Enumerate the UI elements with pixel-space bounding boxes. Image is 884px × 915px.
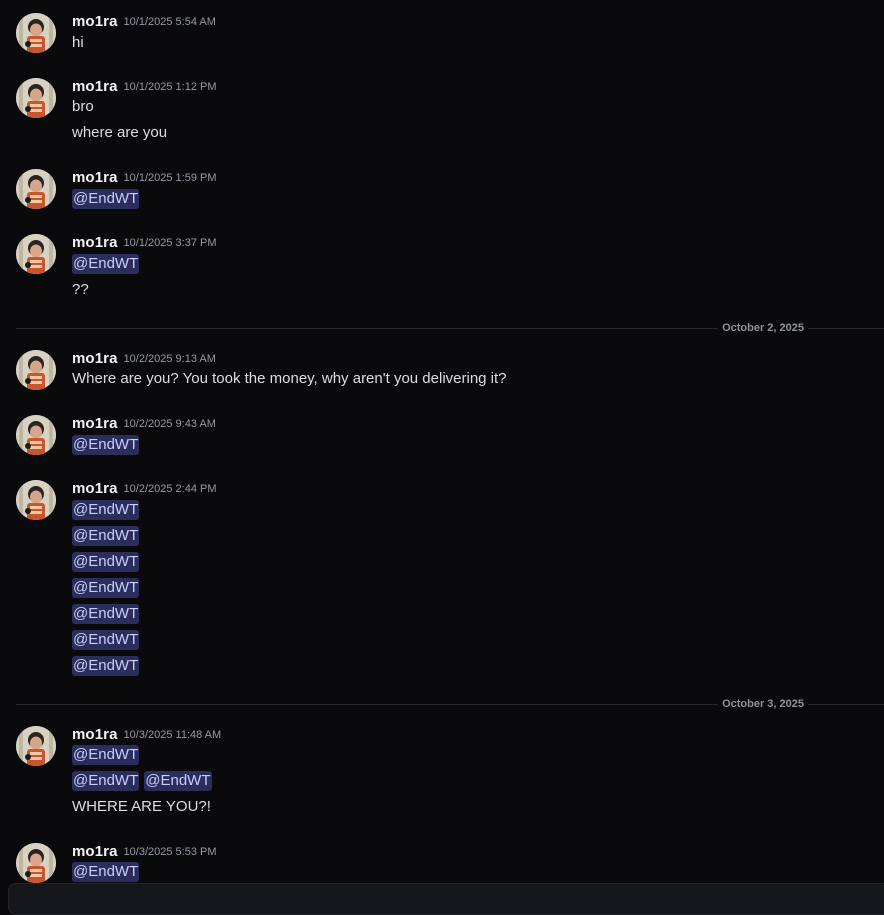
- timestamp: 10/2/2025 9:13 AM: [123, 353, 216, 365]
- date-divider: October 2, 2025: [16, 320, 884, 336]
- message-line: ??: [72, 279, 89, 301]
- message-text: Where are you? You took the money, why a…: [72, 370, 507, 387]
- user-mention[interactable]: @EndWT: [72, 189, 140, 209]
- message-line: @EndWT: [72, 629, 144, 651]
- avatar[interactable]: [16, 726, 56, 766]
- message-text: hi: [72, 34, 84, 51]
- user-mention[interactable]: @EndWT: [72, 630, 140, 650]
- timestamp: 10/2/2025 2:44 PM: [123, 483, 217, 495]
- message-line: where are you: [72, 122, 167, 144]
- user-mention[interactable]: @EndWT: [72, 500, 140, 520]
- message-header: mo1ra 10/2/2025 9:43 AM: [72, 415, 216, 433]
- timestamp: 10/1/2025 3:37 PM: [123, 237, 217, 249]
- message-text: bro: [72, 98, 94, 115]
- avatar[interactable]: [16, 415, 56, 455]
- user-mention[interactable]: @EndWT: [72, 552, 140, 572]
- message-line: @EndWT: [72, 525, 144, 547]
- username[interactable]: mo1ra: [72, 78, 118, 95]
- user-mention[interactable]: @EndWT: [72, 578, 140, 598]
- avatar[interactable]: [16, 350, 56, 390]
- timestamp: 10/2/2025 9:43 AM: [123, 418, 216, 430]
- message-line: @EndWT: [72, 434, 144, 456]
- message-header: mo1ra 10/2/2025 9:13 AM: [72, 350, 216, 368]
- user-mention[interactable]: @EndWT: [144, 771, 212, 791]
- avatar[interactable]: [16, 843, 56, 883]
- message-line: @EndWT: [72, 253, 144, 275]
- message-header: mo1ra 10/2/2025 2:44 PM: [72, 480, 217, 498]
- timestamp: 10/3/2025 5:53 PM: [123, 846, 217, 858]
- avatar[interactable]: [16, 169, 56, 209]
- message-header: mo1ra 10/3/2025 11:48 AM: [72, 726, 221, 744]
- user-mention[interactable]: @EndWT: [72, 771, 140, 791]
- message-header: mo1ra 10/1/2025 1:12 PM: [72, 78, 217, 96]
- username[interactable]: mo1ra: [72, 726, 118, 743]
- username[interactable]: mo1ra: [72, 415, 118, 432]
- date-divider: October 3, 2025: [16, 696, 884, 712]
- message-line: @EndWT: [72, 603, 144, 625]
- message-line: @EndWT: [72, 861, 144, 883]
- username[interactable]: mo1ra: [72, 169, 118, 186]
- message-text: where are you: [72, 124, 168, 141]
- message-line: bro: [72, 96, 94, 118]
- message-line: @EndWT: [72, 655, 144, 677]
- message-header: mo1ra 10/1/2025 3:37 PM: [72, 234, 217, 252]
- user-mention[interactable]: @EndWT: [72, 435, 140, 455]
- user-mention[interactable]: @EndWT: [72, 604, 140, 624]
- avatar[interactable]: [16, 13, 56, 53]
- username[interactable]: mo1ra: [72, 13, 118, 30]
- username[interactable]: mo1ra: [72, 843, 118, 860]
- message-line: Where are you? You took the money, why a…: [72, 368, 507, 390]
- username[interactable]: mo1ra: [72, 480, 118, 497]
- avatar[interactable]: [16, 480, 56, 520]
- message-header: mo1ra 10/3/2025 5:53 PM: [72, 843, 217, 861]
- message-input[interactable]: [8, 883, 884, 915]
- message-text: WHERE ARE YOU?!: [72, 798, 211, 815]
- user-mention[interactable]: @EndWT: [72, 745, 140, 765]
- message-text: ??: [72, 281, 89, 298]
- username[interactable]: mo1ra: [72, 350, 118, 367]
- message-line: hi: [72, 32, 84, 54]
- message-line: @EndWT @EndWT: [72, 770, 217, 792]
- message-line: @EndWT: [72, 188, 144, 210]
- message-header: mo1ra 10/1/2025 5:54 AM: [72, 13, 216, 31]
- message-line: WHERE ARE YOU?!: [72, 796, 211, 818]
- chat-messages: mo1ra 10/1/2025 5:54 AM hi mo1ra 10/1/2025 1…: [0, 0, 884, 902]
- message-line: @EndWT: [72, 551, 144, 573]
- message-header: mo1ra 10/1/2025 1:59 PM: [72, 169, 217, 187]
- user-mention[interactable]: @EndWT: [72, 862, 140, 882]
- username[interactable]: mo1ra: [72, 234, 118, 251]
- date-divider-label: October 3, 2025: [718, 696, 808, 712]
- message-line: @EndWT: [72, 499, 144, 521]
- user-mention[interactable]: @EndWT: [72, 526, 140, 546]
- message-line: @EndWT: [72, 577, 144, 599]
- message-line: @EndWT: [72, 744, 144, 766]
- timestamp: 10/1/2025 5:54 AM: [123, 16, 216, 28]
- timestamp: 10/1/2025 1:59 PM: [123, 172, 217, 184]
- avatar[interactable]: [16, 234, 56, 274]
- avatar[interactable]: [16, 78, 56, 118]
- timestamp: 10/1/2025 1:12 PM: [123, 81, 217, 93]
- user-mention[interactable]: @EndWT: [72, 656, 140, 676]
- timestamp: 10/3/2025 11:48 AM: [123, 729, 222, 741]
- date-divider-label: October 2, 2025: [718, 320, 808, 336]
- user-mention[interactable]: @EndWT: [72, 254, 140, 274]
